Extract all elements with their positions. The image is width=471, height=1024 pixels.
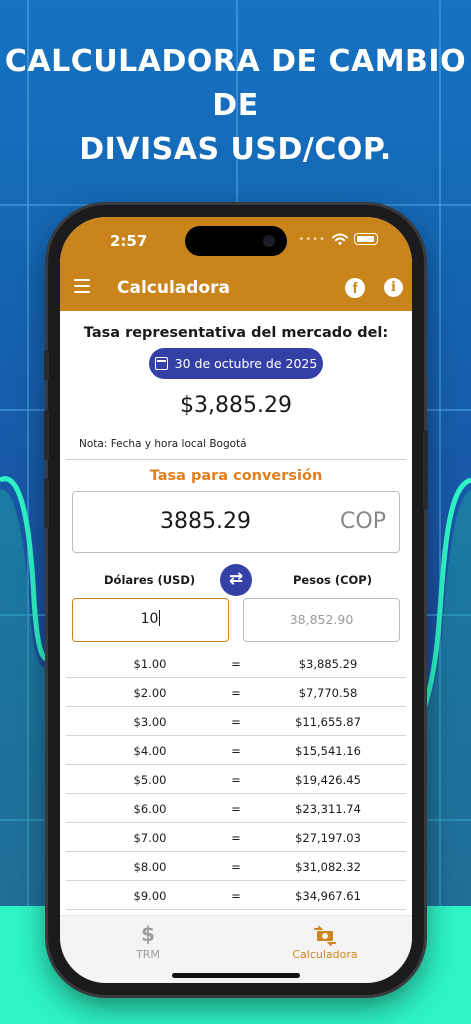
promo-headline: CALCULADORA DE CAMBIO DE DIVISAS USD/COP… — [0, 40, 471, 172]
headline-line-1: CALCULADORA DE CAMBIO DE — [4, 44, 467, 123]
table-row: $5.00 = $19,426.45 — [66, 765, 406, 794]
conversion-rate-value: 3885.29 — [160, 509, 251, 534]
phone-screen: 2:57 •••• Calculadora f i Tasa represent… — [60, 217, 412, 983]
phone-power-button — [423, 430, 428, 510]
main-content: Tasa representativa del mercado del: 30 … — [60, 311, 412, 915]
phone-mute-switch — [44, 350, 49, 380]
row-cop: $11,655.87 — [295, 715, 361, 729]
conversion-rate-input[interactable]: 3885.29 COP — [72, 491, 400, 553]
info-icon[interactable]: i — [384, 278, 403, 297]
status-indicators: •••• — [298, 233, 378, 245]
row-equals: = — [231, 773, 241, 787]
row-cop: $3,885.29 — [298, 657, 358, 671]
row-usd: $7.00 — [133, 831, 167, 845]
row-equals: = — [231, 889, 241, 903]
table-row: $9.00 = $34,967.61 — [66, 881, 406, 910]
date-picker-button[interactable]: 30 de octubre de 2025 — [149, 348, 323, 379]
conversion-rate-suffix: COP — [340, 509, 386, 534]
bottom-navigation: $ TRM Calculadora — [60, 915, 412, 983]
timezone-note: Nota: Fecha y hora local Bogotá — [79, 438, 247, 450]
home-indicator — [172, 973, 300, 978]
row-equals: = — [231, 831, 241, 845]
row-equals: = — [231, 715, 241, 729]
row-equals: = — [231, 657, 241, 671]
table-row: $8.00 = $31,082.32 — [66, 852, 406, 881]
row-usd: $3.00 — [133, 715, 167, 729]
row-equals: = — [231, 802, 241, 816]
menu-icon[interactable] — [74, 279, 90, 293]
trm-value: $3,885.29 — [180, 393, 292, 418]
text-cursor — [159, 609, 161, 626]
row-equals: = — [231, 744, 241, 758]
dollar-icon: $ — [141, 922, 155, 946]
row-equals: = — [231, 860, 241, 874]
row-cop: $23,311.74 — [295, 802, 361, 816]
dynamic-island — [185, 226, 287, 256]
row-usd: $5.00 — [133, 773, 167, 787]
exchange-icon — [282, 922, 368, 946]
phone-volume-up — [44, 410, 49, 460]
table-row: $7.00 = $27,197.03 — [66, 823, 406, 852]
table-row: $2.00 = $7,770.58 — [66, 678, 406, 707]
signal-dots-icon: •••• — [298, 233, 326, 245]
app-title: Calculadora — [117, 278, 230, 298]
row-usd: $1.00 — [133, 657, 167, 671]
row-usd: $8.00 — [133, 860, 167, 874]
divider — [66, 459, 406, 460]
conversion-table: $1.00 = $3,885.29 $2.00 = $7,770.58 $3.0… — [66, 649, 406, 910]
table-row: $1.00 = $3,885.29 — [66, 649, 406, 678]
phone-volume-down — [44, 478, 49, 528]
row-cop: $27,197.03 — [295, 831, 361, 845]
nav-tab-trm[interactable]: $ TRM — [126, 922, 170, 961]
status-bar: 2:57 •••• — [60, 217, 412, 267]
camera-icon — [263, 235, 275, 247]
row-usd: $2.00 — [133, 686, 167, 700]
row-cop: $19,426.45 — [295, 773, 361, 787]
status-time: 2:57 — [110, 232, 148, 250]
cop-output-field[interactable]: 38,852.90 — [243, 598, 400, 642]
row-usd: $4.00 — [133, 744, 167, 758]
usd-input-value: 10 — [140, 611, 159, 627]
table-row: $4.00 = $15,541.16 — [66, 736, 406, 765]
trm-title: Tasa representativa del mercado del: — [83, 325, 389, 341]
headline-line-2: DIVISAS USD/COP. — [79, 132, 392, 167]
conversion-rate-title: Tasa para conversión — [149, 468, 323, 484]
nav-calc-label: Calculadora — [292, 948, 358, 961]
nav-trm-label: TRM — [136, 948, 160, 961]
row-cop: $15,541.16 — [295, 744, 361, 758]
row-usd: $9.00 — [133, 889, 167, 903]
cop-output-placeholder: 38,852.90 — [289, 612, 354, 627]
cop-label: Pesos (COP) — [293, 573, 372, 587]
date-label: 30 de octubre de 2025 — [174, 356, 318, 371]
row-cop: $7,770.58 — [298, 686, 358, 700]
calendar-icon — [154, 357, 168, 370]
swap-icon[interactable]: ⇄ — [220, 564, 252, 596]
usd-input[interactable]: 10 — [72, 598, 229, 642]
table-row: $3.00 = $11,655.87 — [66, 707, 406, 736]
row-usd: $6.00 — [133, 802, 167, 816]
row-cop: $31,082.32 — [295, 860, 361, 874]
nav-tab-calculadora[interactable]: Calculadora — [282, 922, 368, 961]
battery-icon — [354, 233, 378, 245]
app-bar: Calculadora f i — [60, 267, 412, 311]
row-cop: $34,967.61 — [295, 889, 361, 903]
wifi-icon — [332, 233, 348, 245]
table-row: $6.00 = $23,311.74 — [66, 794, 406, 823]
row-equals: = — [231, 686, 241, 700]
usd-label: Dólares (USD) — [104, 573, 196, 587]
facebook-icon[interactable]: f — [345, 278, 365, 298]
